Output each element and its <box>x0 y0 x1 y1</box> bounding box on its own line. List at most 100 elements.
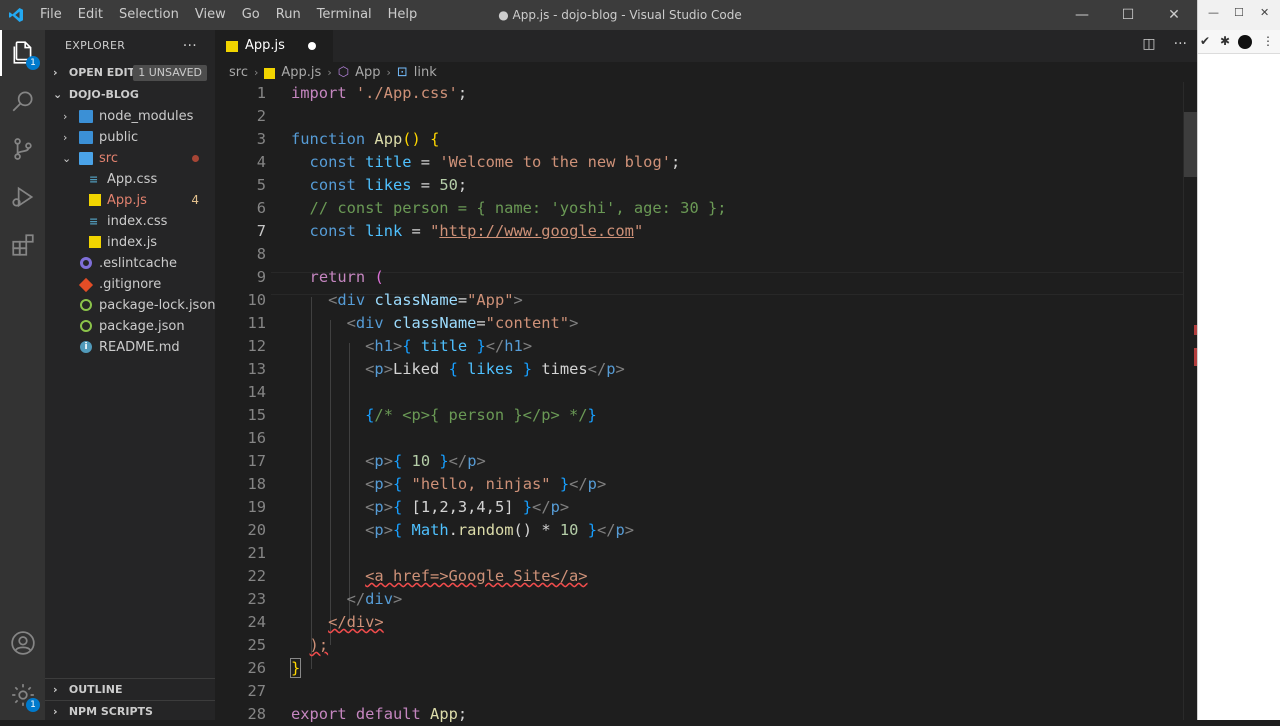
tree-item-label: App.js <box>107 193 147 208</box>
code-line: 21 <box>247 544 266 562</box>
split-editor-icon[interactable]: ◫ <box>1142 36 1155 52</box>
menu-edit[interactable]: Edit <box>70 0 111 30</box>
tree-item-label: src <box>99 151 118 166</box>
menu-selection[interactable]: Selection <box>111 0 187 30</box>
search-icon[interactable] <box>8 86 38 116</box>
eslint-icon <box>80 257 92 269</box>
code-line: 5 const likes = 50; <box>256 176 468 194</box>
css-file-icon: ≡ <box>89 215 99 228</box>
chevron-right-icon: › <box>63 131 68 144</box>
folder-icon <box>79 110 93 123</box>
menu-bar: File Edit Selection View Go Run Terminal… <box>32 0 425 30</box>
chevron-right-icon: › <box>327 66 332 79</box>
unsaved-dot-icon[interactable] <box>308 42 316 50</box>
settings-gear-icon[interactable]: 1 <box>8 680 40 712</box>
editor-scrollbar[interactable] <box>1183 82 1198 720</box>
tree-item-label: package.json <box>99 319 185 334</box>
more-actions-icon[interactable]: ··· <box>1174 36 1187 52</box>
scrollbar-thumb[interactable] <box>1184 112 1198 177</box>
open-editors-section[interactable]: › OPEN EDITORS 1 UNSAVED <box>45 62 215 84</box>
code-line: 4 const title = 'Welcome to the new blog… <box>256 153 681 171</box>
tree-item-label: public <box>99 130 139 145</box>
tree-item-label: README.md <box>99 340 180 355</box>
close-button[interactable]: ✕ <box>1151 0 1197 30</box>
menu-go[interactable]: Go <box>234 0 268 30</box>
menu-file[interactable]: File <box>32 0 70 30</box>
js-file-icon <box>89 194 101 206</box>
tree-file-package-lock[interactable]: package-lock.json <box>45 295 216 316</box>
source-control-icon[interactable] <box>8 134 38 164</box>
breadcrumb-file[interactable]: App.js <box>281 62 321 84</box>
breadcrumb-symbol[interactable]: App <box>355 62 380 84</box>
code-line: 14 <box>247 383 266 401</box>
activity-bar: 1 1 <box>0 30 45 720</box>
code-line: 13 <p>Liked { likes } times</p> <box>247 360 625 378</box>
outline-section[interactable]: › OUTLINE <box>45 678 215 700</box>
explorer-sidebar: EXPLORER ··· › OPEN EDITORS 1 UNSAVED ⌄ … <box>45 30 216 722</box>
breadcrumb-leaf[interactable]: link <box>414 62 437 84</box>
tree-folder-node-modules[interactable]: › node_modules <box>45 106 215 127</box>
maximize-button[interactable]: ☐ <box>1105 0 1151 30</box>
extensions-icon[interactable] <box>8 230 38 260</box>
explorer-badge: 1 <box>26 56 40 70</box>
chevron-icon[interactable]: ✔ <box>1200 34 1210 48</box>
code-line: 8 <box>256 245 266 263</box>
run-debug-icon[interactable] <box>8 182 38 212</box>
project-section[interactable]: ⌄ DOJO-BLOG <box>45 84 215 106</box>
window-controls: — ☐ ✕ <box>1059 0 1197 30</box>
browser-toolbar: ✔ ✱ ⋮ <box>1198 30 1280 54</box>
tree-folder-src[interactable]: ⌄ src <box>45 148 215 169</box>
tree-file-package-json[interactable]: package.json <box>45 316 215 337</box>
menu-help[interactable]: Help <box>380 0 426 30</box>
profile-avatar[interactable] <box>1238 35 1252 49</box>
tree-file-index-js[interactable]: index.js <box>45 232 215 253</box>
menu-kebab-icon[interactable]: ⋮ <box>1262 34 1274 48</box>
account-icon[interactable] <box>8 628 38 658</box>
js-file-icon <box>89 236 101 248</box>
explorer-icon[interactable]: 1 <box>0 30 40 76</box>
tree-item-label: App.css <box>107 172 158 187</box>
tab-app-js[interactable]: App.js <box>215 30 333 62</box>
css-file-icon: ≡ <box>89 173 99 186</box>
tree-folder-public[interactable]: › public <box>45 127 215 148</box>
code-line: 15 {/* <p>{ person }</p> */} <box>247 406 597 424</box>
code-line: 2 <box>256 107 266 125</box>
tree-file-readme[interactable]: i README.md <box>45 337 215 358</box>
tree-item-label: .gitignore <box>99 277 162 292</box>
tree-file-app-js[interactable]: App.js 4 <box>45 190 215 211</box>
folder-open-icon <box>79 152 93 165</box>
code-line: 1 import './App.css'; <box>256 84 468 102</box>
symbol-function-icon: ⬡ <box>337 65 350 80</box>
window-title: ● App.js - dojo-blog - Visual Studio Cod… <box>498 8 742 22</box>
menu-terminal[interactable]: Terminal <box>309 0 380 30</box>
menu-view[interactable]: View <box>187 0 234 30</box>
close-icon[interactable]: ✕ <box>1260 6 1269 19</box>
chevron-right-icon: › <box>53 683 58 696</box>
tree-item-label: package-lock.json <box>99 298 216 313</box>
code-line: 12 <h1>{ title }</h1> <box>247 337 533 355</box>
minimize-icon[interactable]: — <box>1208 6 1219 19</box>
tree-file-index-css[interactable]: ≡ index.css <box>45 211 215 232</box>
npm-scripts-label: NPM SCRIPTS <box>68 705 153 718</box>
menu-run[interactable]: Run <box>268 0 309 30</box>
tree-file-eslintcache[interactable]: .eslintcache <box>45 253 215 274</box>
extensions-puzzle-icon[interactable]: ✱ <box>1220 34 1230 48</box>
npm-scripts-section[interactable]: › NPM SCRIPTS <box>45 700 215 722</box>
code-line: 6 // const person = { name: 'yoshi', age… <box>256 199 727 217</box>
unsaved-badge: 1 UNSAVED <box>133 65 207 81</box>
maximize-icon[interactable]: ☐ <box>1234 6 1244 19</box>
minimize-button[interactable]: — <box>1059 0 1105 30</box>
tree-file-app-css[interactable]: ≡ App.css <box>45 169 215 190</box>
tab-label: App.js <box>245 38 285 53</box>
more-actions-icon[interactable]: ··· <box>183 30 197 62</box>
code-line: 9 return ( <box>256 268 384 286</box>
breadcrumb-folder[interactable]: src <box>229 62 248 84</box>
editor-actions: ◫ ··· <box>1142 36 1187 52</box>
code-editor[interactable]: 1 import './App.css'; 2 3 function App() {… <box>215 82 1183 723</box>
code-line: 10 <div className="App"> <box>247 291 523 309</box>
info-icon: i <box>80 341 92 353</box>
chevron-down-icon: ⌄ <box>53 88 63 101</box>
tree-item-label: node_modules <box>99 109 194 124</box>
tree-file-gitignore[interactable]: .gitignore <box>45 274 215 295</box>
code-line: 26} <box>247 658 302 678</box>
